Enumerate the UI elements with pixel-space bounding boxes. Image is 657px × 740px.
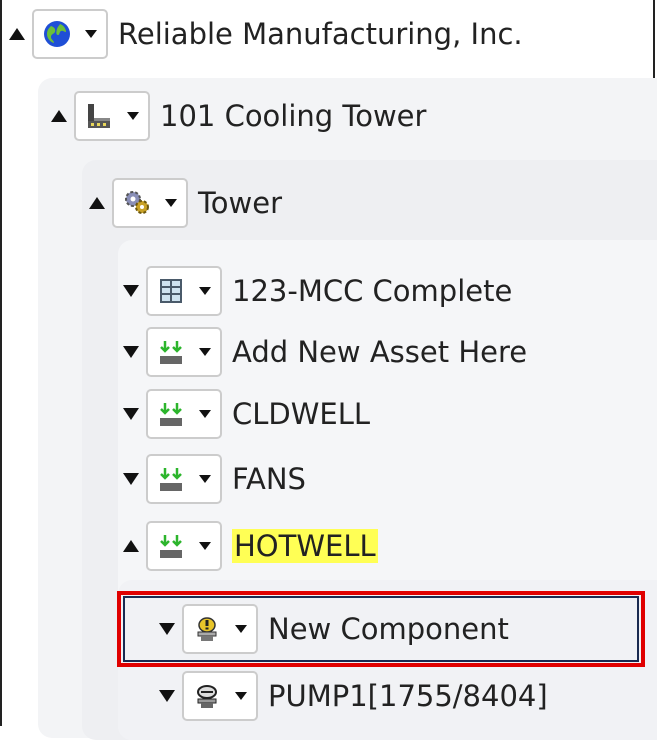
tree-node-asset[interactable]: FANS: [122, 451, 306, 507]
chevron-down-icon: [165, 199, 177, 207]
node-menu-button[interactable]: [146, 327, 222, 377]
chevron-down-icon: [199, 287, 211, 295]
expand-triangle-icon[interactable]: [158, 620, 176, 638]
tree-node-root[interactable]: Reliable Manufacturing, Inc.: [8, 6, 523, 62]
node-label[interactable]: Tower: [198, 186, 282, 220]
add-asset-icon: [156, 399, 186, 429]
collapse-triangle-icon[interactable]: [88, 194, 106, 212]
node-menu-button[interactable]: [112, 178, 188, 228]
add-asset-icon: [156, 337, 186, 367]
tree-node-system[interactable]: Tower: [88, 175, 282, 231]
globe-icon: [42, 19, 72, 49]
tree-node-asset[interactable]: Add New Asset Here: [122, 324, 527, 380]
node-label[interactable]: 101 Cooling Tower: [160, 99, 426, 133]
node-menu-button[interactable]: [32, 9, 108, 59]
tree-node-asset[interactable]: CLDWELL: [122, 386, 370, 442]
collapse-triangle-icon[interactable]: [8, 25, 26, 43]
chevron-down-icon: [235, 625, 247, 633]
collapse-triangle-icon[interactable]: [122, 537, 140, 555]
chevron-down-icon: [85, 30, 97, 38]
collapse-triangle-icon[interactable]: [50, 107, 68, 125]
node-menu-button[interactable]: [146, 266, 222, 316]
tree-node-component-selected[interactable]: New Component: [158, 601, 509, 657]
node-label[interactable]: FANS: [232, 462, 306, 496]
node-label-highlighted[interactable]: HOTWELL: [232, 529, 378, 563]
tree-node-site[interactable]: 101 Cooling Tower: [50, 88, 426, 144]
gears-icon: [122, 188, 152, 218]
node-label[interactable]: New Component: [268, 612, 509, 646]
chevron-down-icon: [199, 475, 211, 483]
expand-triangle-icon[interactable]: [122, 470, 140, 488]
node-menu-button[interactable]: [146, 389, 222, 439]
tree-node-asset[interactable]: 123-MCC Complete: [122, 263, 512, 319]
node-label[interactable]: 123-MCC Complete: [232, 274, 512, 308]
node-menu-button[interactable]: [182, 604, 258, 654]
node-menu-button[interactable]: [146, 454, 222, 504]
new-component-icon: [192, 614, 222, 644]
factory-icon: [84, 101, 114, 131]
node-label[interactable]: CLDWELL: [232, 397, 370, 431]
chevron-down-icon: [235, 692, 247, 700]
add-asset-icon: [156, 464, 186, 494]
expand-triangle-icon[interactable]: [122, 343, 140, 361]
expand-triangle-icon[interactable]: [122, 405, 140, 423]
node-label[interactable]: Reliable Manufacturing, Inc.: [118, 17, 523, 51]
add-asset-icon: [156, 531, 186, 561]
node-label[interactable]: PUMP1[1755/8404]: [268, 679, 548, 713]
pump-icon: [192, 681, 222, 711]
chevron-down-icon: [127, 112, 139, 120]
chevron-down-icon: [199, 410, 211, 418]
chevron-down-icon: [199, 348, 211, 356]
chevron-down-icon: [199, 542, 211, 550]
tree-node-component[interactable]: PUMP1[1755/8404]: [158, 668, 548, 724]
node-label[interactable]: Add New Asset Here: [232, 335, 527, 369]
expand-triangle-icon[interactable]: [122, 282, 140, 300]
node-menu-button[interactable]: [182, 671, 258, 721]
expand-triangle-icon[interactable]: [158, 687, 176, 705]
node-menu-button[interactable]: [74, 91, 150, 141]
node-menu-button[interactable]: [146, 521, 222, 571]
mcc-panel-icon: [156, 276, 186, 306]
tree-node-asset[interactable]: HOTWELL: [122, 518, 378, 574]
